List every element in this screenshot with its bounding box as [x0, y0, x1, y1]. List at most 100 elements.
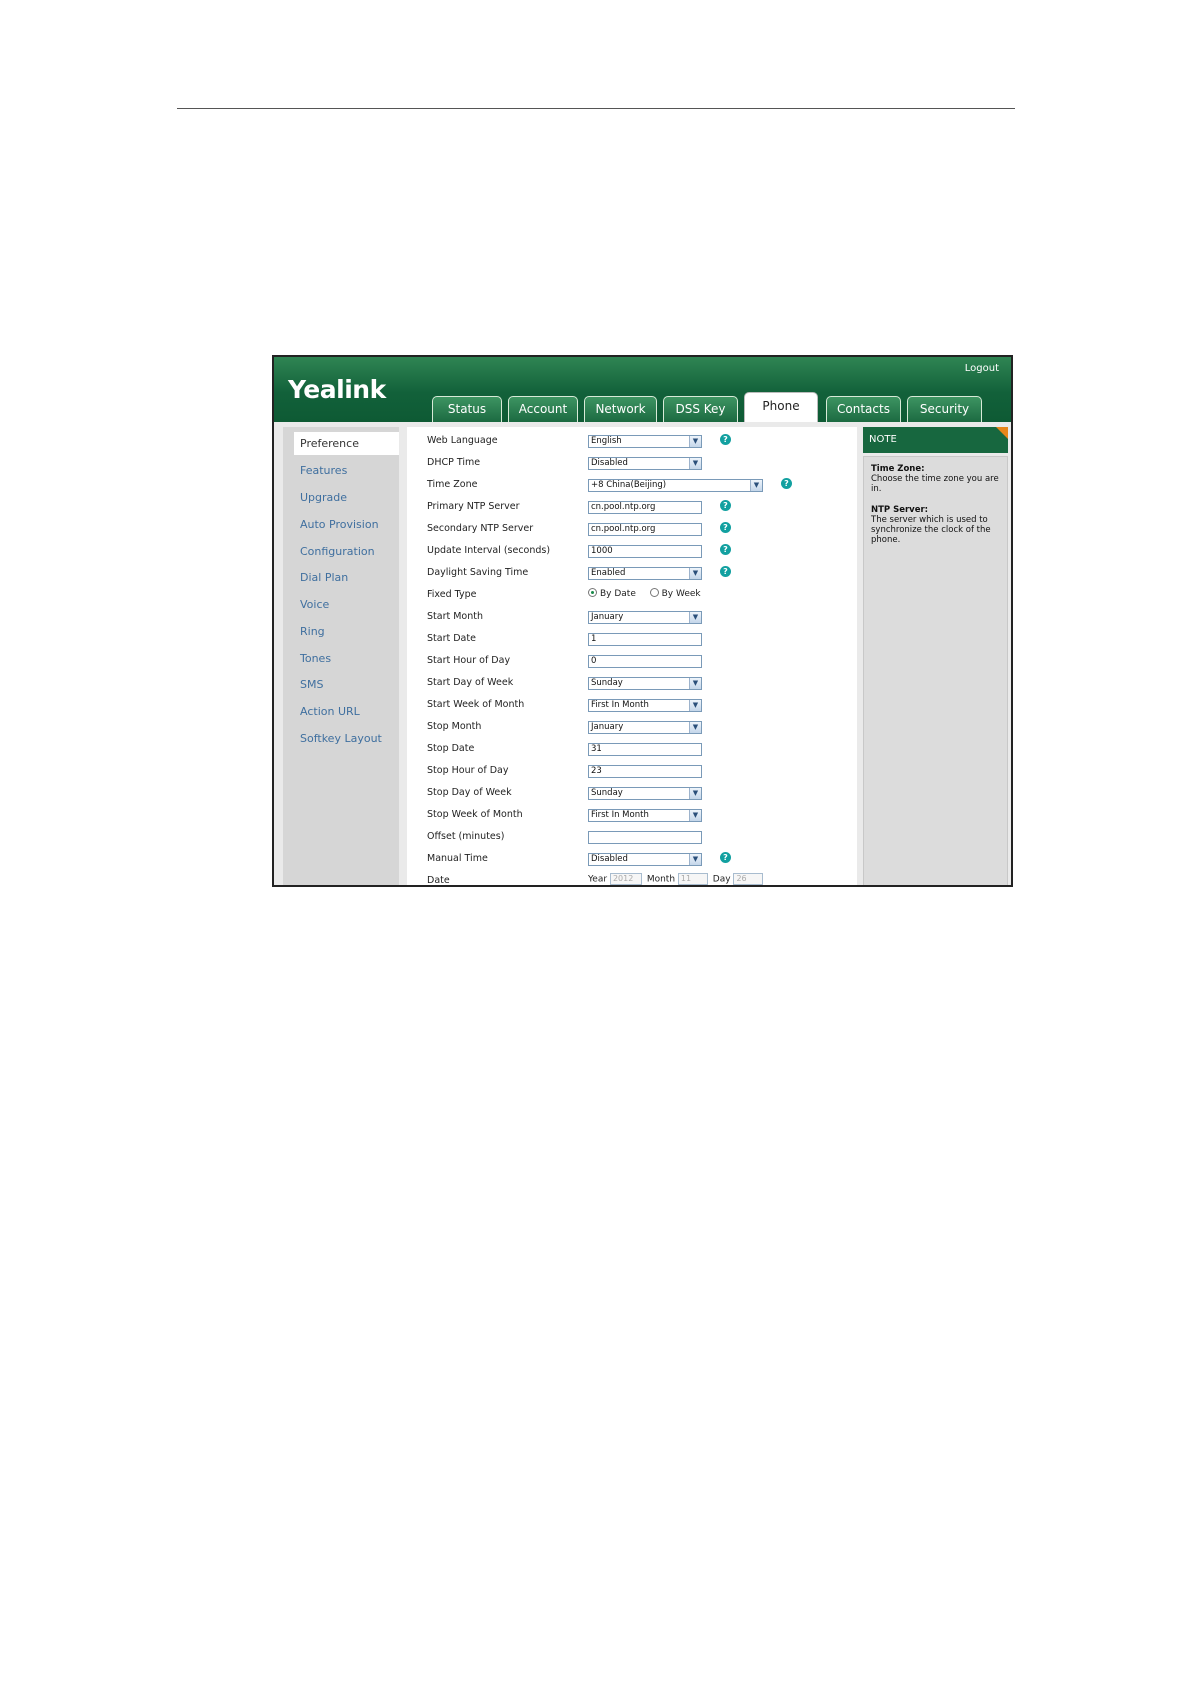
chevron-down-icon: ▼: [689, 854, 701, 865]
offset-input[interactable]: [588, 831, 702, 844]
sidebar-item-configuration[interactable]: Configuration: [300, 545, 375, 558]
stop-month-label: Stop Month: [427, 721, 482, 732]
sidebar-item-voice[interactable]: Voice: [300, 598, 329, 611]
stop-hour-input[interactable]: 23: [588, 765, 702, 778]
web-language-select[interactable]: English ▼: [588, 435, 702, 448]
dhcp-time-value: Disabled: [591, 458, 628, 468]
stop-hour-label: Stop Hour of Day: [427, 765, 509, 776]
question-circle-icon[interactable]: ?: [720, 852, 731, 863]
sidebar-item-upgrade[interactable]: Upgrade: [300, 491, 347, 504]
start-week-month-select[interactable]: First In Month ▼: [588, 699, 702, 712]
year-input[interactable]: 2012: [609, 873, 642, 885]
dhcp-time-select[interactable]: Disabled ▼: [588, 457, 702, 470]
stop-day-week-select[interactable]: Sunday ▼: [588, 787, 702, 800]
note-corner-icon: [996, 427, 1008, 439]
daylight-saving-select[interactable]: Enabled ▼: [588, 567, 702, 580]
fixed-type-radios: By Date By Week: [588, 588, 701, 599]
tab-security[interactable]: Security: [907, 396, 982, 422]
tab-dss-key[interactable]: DSS Key: [663, 396, 738, 422]
browser-screenshot: Yealink Logout Status Account Network DS…: [272, 355, 1013, 887]
chevron-down-icon: ▼: [689, 788, 701, 799]
header: Yealink Logout Status Account Network DS…: [274, 357, 1011, 422]
start-month-select[interactable]: January ▼: [588, 611, 702, 624]
start-week-month-value: First In Month: [591, 700, 649, 710]
secondary-ntp-label: Secondary NTP Server: [427, 523, 534, 534]
chevron-down-icon: ▼: [689, 722, 701, 733]
start-week-month-label: Start Week of Month: [427, 699, 525, 710]
sidebar-item-softkey-layout[interactable]: Softkey Layout: [300, 732, 382, 745]
tab-network[interactable]: Network: [584, 396, 657, 422]
start-day-week-select[interactable]: Sunday ▼: [588, 677, 702, 690]
manual-time-select[interactable]: Disabled ▼: [588, 853, 702, 866]
offset-label: Offset (minutes): [427, 831, 505, 842]
chevron-down-icon: ▼: [689, 678, 701, 689]
chevron-down-icon: ▼: [689, 810, 701, 821]
date-label: Date: [427, 875, 450, 886]
sidebar-item-auto-provision[interactable]: Auto Provision: [300, 518, 379, 531]
tab-contacts[interactable]: Contacts: [826, 396, 901, 422]
chevron-down-icon: ▼: [689, 568, 701, 579]
content-area: Preference Features Upgrade Auto Provisi…: [274, 422, 1011, 886]
sidebar-item-ring[interactable]: Ring: [300, 625, 325, 638]
note-header: NOTE: [863, 427, 1008, 453]
stop-week-month-label: Stop Week of Month: [427, 809, 523, 820]
day-input[interactable]: 26: [733, 873, 764, 885]
start-day-week-label: Start Day of Week: [427, 677, 514, 688]
primary-ntp-label: Primary NTP Server: [427, 501, 520, 512]
preference-form: Web Language English ▼ ? DHCP Time Disabl…: [407, 427, 857, 886]
note-ntp-desc: The server which is used to synchronize …: [871, 515, 991, 545]
chevron-down-icon: ▼: [689, 458, 701, 469]
date-fields: Year 2012 Month 11 Day 26: [588, 873, 765, 885]
note-ntp-title: NTP Server:: [871, 505, 929, 515]
stop-week-month-select[interactable]: First In Month ▼: [588, 809, 702, 822]
stop-day-week-label: Stop Day of Week: [427, 787, 512, 798]
primary-ntp-input[interactable]: cn.pool.ntp.org: [588, 501, 702, 514]
web-language-value: English: [591, 436, 622, 446]
update-interval-input[interactable]: 1000: [588, 545, 702, 558]
sidebar-item-features[interactable]: Features: [300, 464, 347, 477]
web-language-label: Web Language: [427, 435, 498, 446]
start-date-input[interactable]: 1: [588, 633, 702, 646]
sidebar-item-tones[interactable]: Tones: [300, 652, 331, 665]
update-interval-label: Update Interval (seconds): [427, 545, 551, 556]
tab-phone[interactable]: Phone: [744, 392, 818, 422]
question-circle-icon[interactable]: ?: [781, 478, 792, 489]
stop-month-select[interactable]: January ▼: [588, 721, 702, 734]
month-input[interactable]: 11: [677, 873, 708, 885]
start-hour-label: Start Hour of Day: [427, 655, 511, 666]
time-zone-value: +8 China(Beijing): [591, 480, 667, 490]
note-time-zone-title: Time Zone:: [871, 464, 925, 474]
sidebar-item-sms[interactable]: SMS: [300, 678, 323, 691]
stop-date-input[interactable]: 31: [588, 743, 702, 756]
by-week-radio[interactable]: [649, 588, 659, 597]
yealink-logo: Yealink: [288, 375, 386, 404]
manual-time-value: Disabled: [591, 854, 628, 864]
start-hour-input[interactable]: 0: [588, 655, 702, 668]
by-date-radio[interactable]: [588, 588, 597, 597]
stop-date-label: Stop Date: [427, 743, 475, 754]
year-label: Year: [588, 874, 608, 885]
question-circle-icon[interactable]: ?: [720, 500, 731, 511]
sidebar: Preference Features Upgrade Auto Provisi…: [283, 427, 399, 885]
question-circle-icon[interactable]: ?: [720, 566, 731, 577]
question-circle-icon[interactable]: ?: [720, 434, 731, 445]
by-date-label: By Date: [600, 589, 636, 599]
sidebar-item-preference[interactable]: Preference: [294, 432, 399, 455]
secondary-ntp-input[interactable]: cn.pool.ntp.org: [588, 523, 702, 536]
tab-status[interactable]: Status: [432, 396, 502, 422]
stop-month-value: January: [591, 722, 624, 732]
note-panel: Time Zone: Choose the time zone you are …: [863, 456, 1008, 885]
tab-account[interactable]: Account: [508, 396, 578, 422]
start-day-week-value: Sunday: [591, 678, 623, 688]
question-circle-icon[interactable]: ?: [720, 522, 731, 533]
page-top-rule: [177, 108, 1015, 109]
question-circle-icon[interactable]: ?: [720, 544, 731, 555]
start-month-value: January: [591, 612, 624, 622]
by-week-label: By Week: [661, 589, 701, 599]
dhcp-time-label: DHCP Time: [427, 457, 481, 468]
logout-link[interactable]: Logout: [965, 363, 999, 374]
sidebar-item-action-url[interactable]: Action URL: [300, 705, 360, 718]
time-zone-select[interactable]: +8 China(Beijing) ▼: [588, 479, 763, 492]
chevron-down-icon: ▼: [689, 436, 701, 447]
sidebar-item-dial-plan[interactable]: Dial Plan: [300, 571, 348, 584]
